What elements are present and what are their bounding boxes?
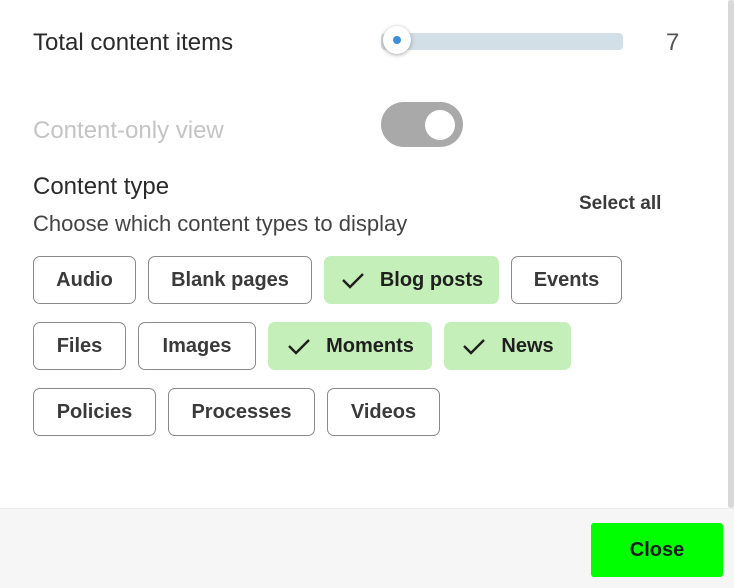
chip-videos[interactable]: Videos bbox=[327, 388, 440, 436]
chip-label: Audio bbox=[56, 268, 113, 291]
chip-label: Events bbox=[533, 268, 600, 291]
chip-images[interactable]: Images bbox=[138, 322, 256, 370]
chip-label: Images bbox=[162, 334, 232, 357]
checkmark-icon bbox=[288, 339, 310, 355]
chip-moments[interactable]: Moments bbox=[268, 322, 432, 370]
checkmark-icon bbox=[341, 273, 364, 289]
chip-label: Blank pages bbox=[171, 268, 289, 291]
content-only-view-toggle[interactable] bbox=[381, 102, 463, 147]
chip-audio[interactable]: Audio bbox=[33, 256, 136, 304]
chip-label: Policies bbox=[56, 400, 133, 423]
chip-label: Blog posts bbox=[379, 268, 484, 291]
total-content-items-value: 7 bbox=[666, 29, 680, 56]
slider-thumb[interactable] bbox=[383, 26, 411, 54]
chip-label: Files bbox=[56, 334, 103, 357]
slider-track[interactable] bbox=[381, 33, 623, 50]
chip-label: Moments bbox=[326, 334, 414, 357]
chip-blog-posts[interactable]: Blog posts bbox=[324, 256, 499, 304]
content-type-heading: Content type bbox=[33, 173, 170, 200]
checkmark-icon bbox=[463, 339, 486, 355]
scrollbar-track[interactable] bbox=[728, 0, 734, 508]
scrollbar-thumb[interactable] bbox=[728, 0, 734, 508]
chip-events[interactable]: Events bbox=[511, 256, 622, 304]
select-all-button[interactable]: Select all bbox=[579, 193, 661, 215]
chip-files[interactable]: Files bbox=[33, 322, 126, 370]
content-only-view-label: Content-only view bbox=[33, 117, 224, 144]
chip-label: Videos bbox=[350, 400, 417, 423]
total-content-items-slider[interactable] bbox=[381, 26, 623, 54]
content-type-description: Choose which content types to display bbox=[33, 211, 408, 236]
chip-processes[interactable]: Processes bbox=[168, 388, 315, 436]
chip-label: Processes bbox=[191, 400, 292, 423]
toggle-knob bbox=[425, 110, 455, 140]
chip-label: News bbox=[501, 334, 554, 357]
chip-blank-pages[interactable]: Blank pages bbox=[148, 256, 312, 304]
chip-news[interactable]: News bbox=[444, 322, 571, 370]
close-button[interactable]: Close bbox=[591, 523, 723, 577]
chip-policies[interactable]: Policies bbox=[33, 388, 156, 436]
total-content-items-label: Total content items bbox=[33, 29, 234, 56]
settings-panel: Total content items 7 Content-only view … bbox=[0, 0, 734, 508]
